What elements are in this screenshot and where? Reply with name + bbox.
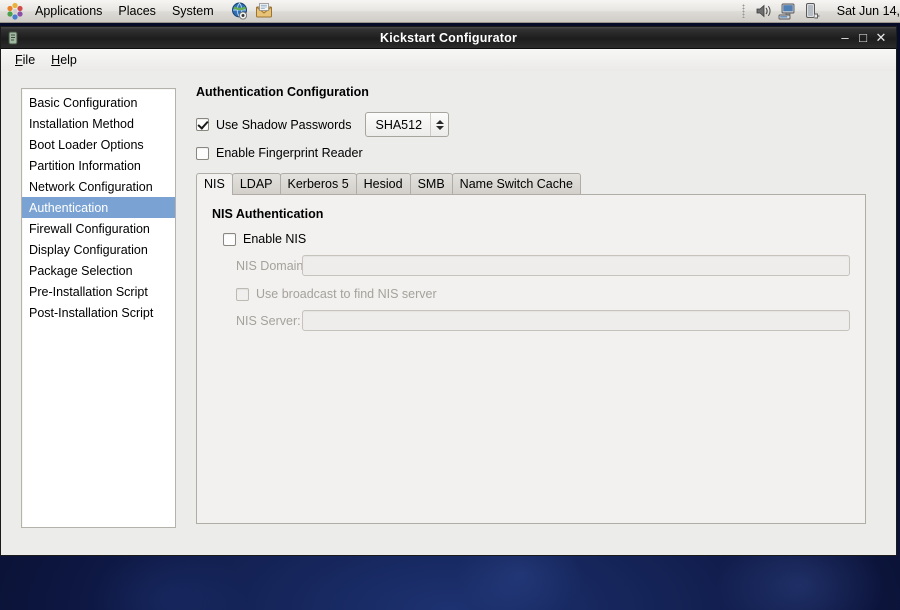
tabstrip: NIS LDAP Kerberos 5 Hesiod SMB Name Swit… — [196, 173, 866, 194]
nis-domain-row: NIS Domain: — [212, 255, 850, 276]
use-broadcast-label: Use broadcast to find NIS server — [256, 287, 437, 301]
volume-icon[interactable] — [753, 1, 773, 21]
tab-nis[interactable]: NIS — [196, 173, 233, 195]
sidebar-item-authentication[interactable]: Authentication — [22, 197, 175, 218]
menu-help[interactable]: Help — [43, 51, 85, 69]
sidebar-item-boot-loader-options[interactable]: Boot Loader Options — [22, 134, 175, 155]
tab-hesiod[interactable]: Hesiod — [356, 173, 411, 194]
sidebar-item-firewall-configuration[interactable]: Firewall Configuration — [22, 218, 175, 239]
nis-domain-label: NIS Domain: — [212, 259, 302, 273]
chevron-updown-icon[interactable] — [430, 113, 448, 136]
configuration-section-list[interactable]: Basic Configuration Installation Method … — [21, 88, 176, 528]
nis-server-label: NIS Server: — [212, 314, 302, 328]
tab-name-switch-cache[interactable]: Name Switch Cache — [452, 173, 581, 194]
sidebar-item-package-selection[interactable]: Package Selection — [22, 260, 175, 281]
menu-help-rest: elp — [60, 53, 77, 67]
fingerprint-reader-row: Enable Fingerprint Reader — [196, 146, 896, 160]
use-broadcast-checkbox[interactable] — [236, 288, 249, 301]
tab-ldap[interactable]: LDAP — [232, 173, 281, 194]
tab-smb[interactable]: SMB — [410, 173, 453, 194]
sidebar-item-basic-configuration[interactable]: Basic Configuration — [22, 92, 175, 113]
sidebar-item-network-configuration[interactable]: Network Configuration — [22, 176, 175, 197]
system-menu[interactable]: System — [165, 2, 221, 20]
password-algorithm-combo[interactable]: SHA512 — [365, 112, 449, 137]
gnome-top-panel: Applications Places System — [0, 0, 900, 23]
nis-server-row: NIS Server: — [212, 310, 850, 331]
tab-kerberos-5[interactable]: Kerberos 5 — [280, 173, 357, 194]
tray-separator — [742, 4, 745, 18]
clock[interactable]: Sat Jun 14, — [837, 4, 900, 18]
mail-icon[interactable] — [254, 1, 274, 21]
sidebar-item-display-configuration[interactable]: Display Configuration — [22, 239, 175, 260]
enable-fingerprint-reader-label: Enable Fingerprint Reader — [216, 146, 363, 160]
enable-nis-row: Enable NIS — [212, 232, 850, 246]
network-icon[interactable] — [777, 1, 797, 21]
nis-tab-panel: NIS Authentication Enable NIS NIS Domain… — [196, 194, 866, 524]
nis-broadcast-row: Use broadcast to find NIS server — [212, 287, 850, 301]
menu-help-mnemonic: H — [51, 53, 60, 67]
enable-nis-checkbox[interactable] — [223, 233, 236, 246]
window-titlebar[interactable]: Kickstart Configurator – □ ✕ — [1, 27, 896, 49]
applications-menu-icon[interactable] — [5, 1, 25, 21]
enable-fingerprint-reader-checkbox[interactable] — [196, 147, 209, 160]
menu-file-mnemonic: F — [15, 53, 23, 67]
applications-menu[interactable]: Applications — [28, 2, 109, 20]
web-browser-icon[interactable] — [230, 1, 250, 21]
places-menu[interactable]: Places — [111, 2, 163, 20]
sidebar-item-installation-method[interactable]: Installation Method — [22, 113, 175, 134]
maximize-button[interactable]: □ — [854, 31, 872, 45]
kickstart-configurator-window: Kickstart Configurator – □ ✕ File Help B… — [0, 26, 897, 556]
menu-file[interactable]: File — [7, 51, 43, 69]
sidebar-item-pre-installation-script[interactable]: Pre-Installation Script — [22, 281, 175, 302]
close-button[interactable]: ✕ — [872, 31, 890, 45]
sidebar-item-partition-information[interactable]: Partition Information — [22, 155, 175, 176]
menubar: File Help — [1, 49, 896, 72]
battery-icon[interactable] — [801, 1, 821, 21]
authentication-pane: Authentication Configuration Use Shadow … — [176, 71, 896, 555]
enable-nis-label: Enable NIS — [243, 232, 306, 246]
use-shadow-passwords-label: Use Shadow Passwords — [216, 118, 351, 132]
use-shadow-passwords-checkbox[interactable] — [196, 118, 209, 131]
shadow-passwords-row: Use Shadow Passwords SHA512 — [196, 112, 896, 137]
authentication-notebook: NIS LDAP Kerberos 5 Hesiod SMB Name Swit… — [196, 173, 866, 524]
page-title: Authentication Configuration — [196, 85, 896, 99]
nis-server-input[interactable] — [302, 310, 850, 331]
menu-file-rest: ile — [23, 53, 36, 67]
nis-domain-input[interactable] — [302, 255, 850, 276]
sidebar-item-post-installation-script[interactable]: Post-Installation Script — [22, 302, 175, 323]
window-title: Kickstart Configurator — [1, 31, 896, 45]
minimize-button[interactable]: – — [836, 31, 854, 45]
nis-group-title: NIS Authentication — [212, 207, 850, 221]
password-algorithm-value: SHA512 — [366, 118, 430, 132]
